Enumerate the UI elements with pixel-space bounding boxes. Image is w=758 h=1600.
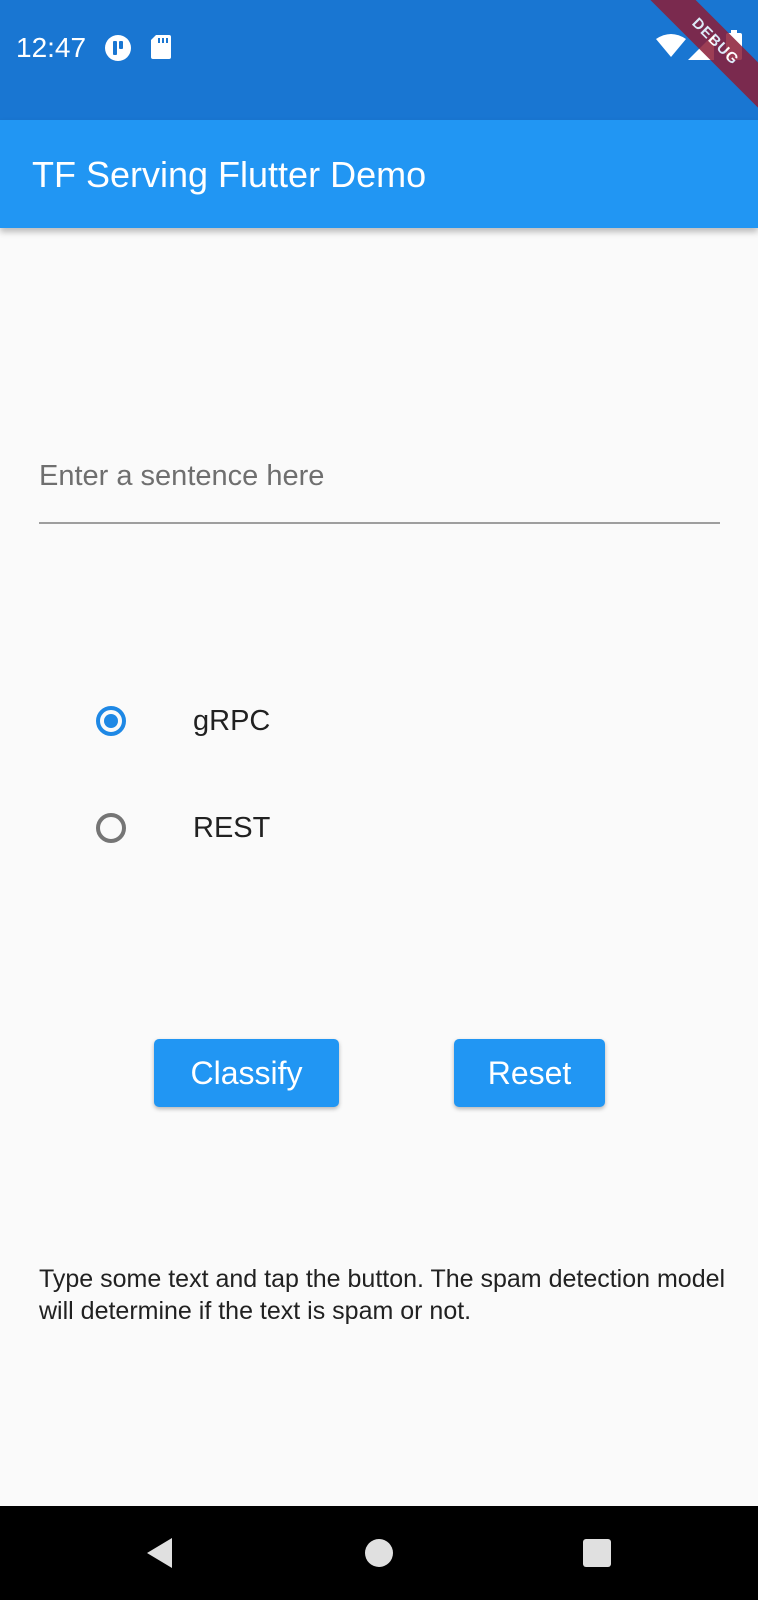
notification-icon xyxy=(104,34,132,67)
radio-unselected-icon[interactable] xyxy=(96,813,126,843)
radio-label-grpc: gRPC xyxy=(193,705,271,737)
radio-option-grpc[interactable]: gRPC xyxy=(96,694,496,754)
sentence-input[interactable] xyxy=(39,450,720,502)
radio-option-rest[interactable]: REST xyxy=(96,801,496,861)
classify-button[interactable]: Classify xyxy=(154,1039,339,1107)
result-description: Type some text and tap the button. The s… xyxy=(39,1265,726,1325)
reset-button[interactable]: Reset xyxy=(454,1039,605,1107)
recents-icon[interactable] xyxy=(577,1533,617,1573)
sentence-field[interactable] xyxy=(39,450,720,524)
status-bar: 12:47 DEBUG xyxy=(0,0,758,120)
sd-card-icon xyxy=(150,34,172,65)
radio-label-rest: REST xyxy=(193,812,271,844)
status-time: 12:47 xyxy=(16,32,87,63)
home-icon[interactable] xyxy=(359,1533,399,1573)
app-bar: TF Serving Flutter Demo xyxy=(0,120,758,228)
app-screen: 12:47 DEBUG TF Serving Flutter Demo Ente… xyxy=(0,0,758,1600)
app-title: TF Serving Flutter Demo xyxy=(32,154,427,195)
back-icon[interactable] xyxy=(142,1533,182,1573)
navigation-bar xyxy=(0,1506,758,1600)
wifi-icon xyxy=(656,34,686,63)
radio-selected-icon[interactable] xyxy=(96,706,126,736)
